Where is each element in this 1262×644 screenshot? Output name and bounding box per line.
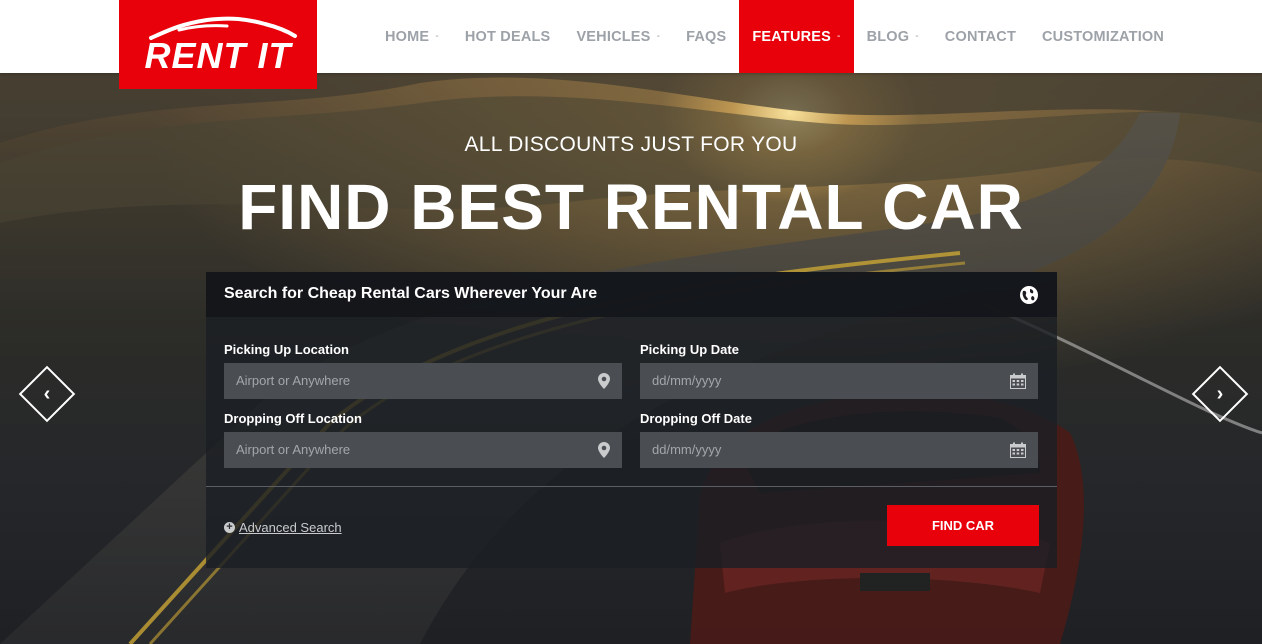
search-form-title: Search for Cheap Rental Cars Wherever Yo… [224, 285, 598, 302]
nav-item-label: BLOG [866, 28, 910, 45]
pickup-location-input[interactable]: Airport or Anywhere [224, 363, 622, 399]
calendar-icon [1010, 442, 1026, 458]
nav-item-label: CONTACT [944, 28, 1016, 45]
search-form-header: Search for Cheap Rental Cars Wherever Yo… [206, 272, 1057, 317]
nav-item-faqs[interactable]: FAQS [673, 0, 739, 73]
nav-item-label: CUSTOMIZATION [1042, 28, 1165, 45]
map-pin-icon [598, 442, 610, 458]
form-divider [206, 486, 1057, 487]
nav-item-features[interactable]: FEATURES - [739, 0, 854, 73]
nav-item-contact[interactable]: CONTACT [932, 0, 1029, 73]
caret-down-icon: - [435, 31, 439, 42]
hero-title: FIND BEST RENTAL CAR [238, 171, 1024, 243]
nav-item-hot-deals[interactable]: HOT DEALS [452, 0, 564, 73]
dropoff-date-label: Dropping Off Date [640, 411, 752, 426]
hero-banner: ALL DISCOUNTS JUST FOR YOU FIND BEST REN… [0, 73, 1262, 644]
pickup-location-placeholder: Airport or Anywhere [236, 373, 351, 388]
dropoff-location-placeholder: Airport or Anywhere [236, 442, 351, 457]
chevron-left-icon: ‹ [43, 382, 51, 405]
advanced-search-label: Advanced Search [239, 520, 342, 535]
calendar-icon [1010, 373, 1026, 389]
caret-down-icon: - [837, 31, 841, 42]
plus-circle-icon: + [224, 522, 235, 533]
nav-item-vehicles[interactable]: VEHICLES - [563, 0, 673, 73]
chevron-right-icon: › [1216, 382, 1224, 405]
pickup-date-label: Picking Up Date [640, 342, 739, 357]
hero-subtitle: ALL DISCOUNTS JUST FOR YOU [464, 133, 798, 156]
dropoff-location-input[interactable]: Airport or Anywhere [224, 432, 622, 468]
brand-name: RENT IT [144, 35, 292, 76]
nav-item-blog[interactable]: BLOG - [854, 0, 932, 73]
dropoff-date-placeholder: dd/mm/yyyy [652, 442, 722, 457]
car-search-form: Search for Cheap Rental Cars Wherever Yo… [206, 272, 1057, 568]
caret-down-icon: - [656, 31, 661, 42]
nav-item-label: FEATURES [752, 28, 832, 45]
pickup-location-label: Picking Up Location [224, 342, 349, 357]
nav-item-label: FAQS [686, 28, 727, 45]
nav-item-label: VEHICLES [576, 28, 651, 45]
main-nav: HOME - HOT DEALS VEHICLES - FAQS FEATURE… [372, 0, 1177, 73]
pickup-date-placeholder: dd/mm/yyyy [652, 373, 722, 388]
brand-logo[interactable]: RENT IT [119, 0, 317, 89]
dropoff-date-input[interactable]: dd/mm/yyyy [640, 432, 1038, 468]
pickup-date-input[interactable]: dd/mm/yyyy [640, 363, 1038, 399]
nav-item-customization[interactable]: CUSTOMIZATION [1029, 0, 1177, 73]
nav-item-home[interactable]: HOME - [372, 0, 452, 73]
caret-down-icon: - [915, 31, 919, 42]
map-pin-icon [598, 373, 610, 389]
nav-item-label: HOME [385, 28, 430, 45]
advanced-search-link[interactable]: + Advanced Search [224, 520, 342, 535]
nav-item-label: HOT DEALS [464, 28, 551, 45]
globe-icon[interactable] [1019, 285, 1039, 305]
dropoff-location-label: Dropping Off Location [224, 411, 362, 426]
find-car-button[interactable]: FIND CAR [887, 505, 1039, 546]
